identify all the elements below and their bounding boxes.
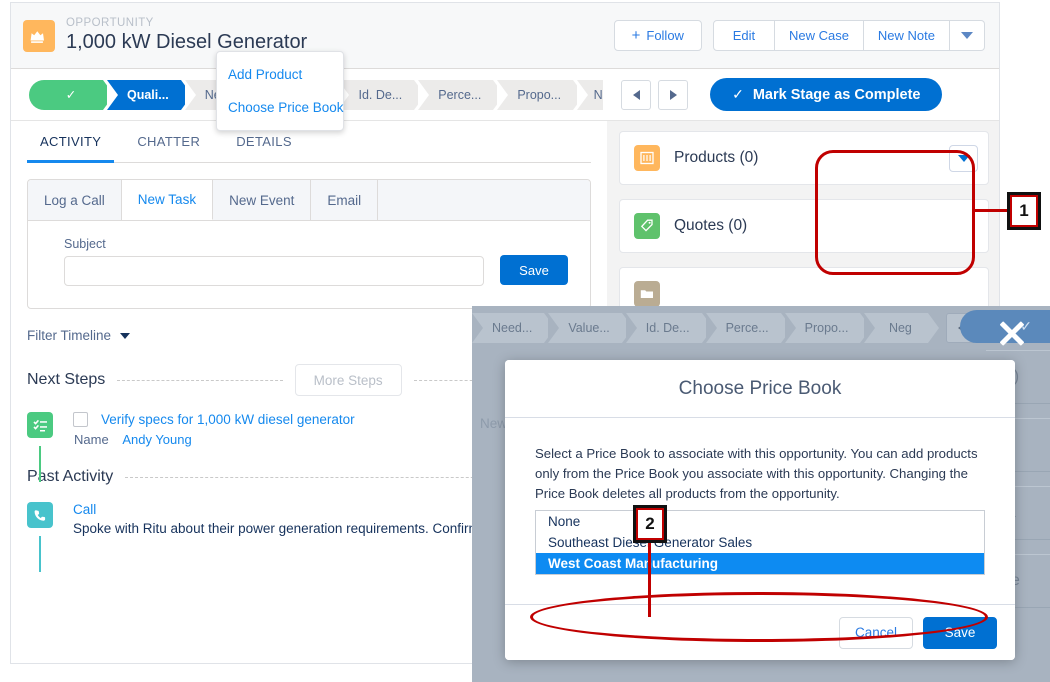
tab-chatter[interactable]: CHATTER <box>124 121 213 162</box>
triangle-right-icon <box>669 89 677 100</box>
dimmed-stage-needs: Need... <box>472 313 556 343</box>
activity-composer: Log a Call New Task New Event Email Subj… <box>27 179 591 309</box>
more-actions-button[interactable] <box>950 20 985 51</box>
quotes-card: Quotes (0) <box>619 199 989 253</box>
quote-icon <box>634 213 660 239</box>
timeline-stem <box>39 446 41 482</box>
dimmed-stage-perception: Perce... <box>705 313 792 343</box>
header-button-group: Edit New Case New Note <box>712 20 985 51</box>
task-checkbox[interactable] <box>73 412 88 427</box>
annotation-badge-2: 2 <box>633 505 667 543</box>
composer-body: Subject Save <box>28 221 590 308</box>
path-navigation <box>621 79 689 110</box>
close-icon[interactable] <box>994 316 1028 350</box>
choose-price-book-modal: Choose Price Book Select a Price Book to… <box>505 360 1015 660</box>
subject-input[interactable] <box>64 256 484 286</box>
task-name-value[interactable]: Andy Young <box>122 432 191 447</box>
new-case-button[interactable]: New Case <box>774 20 864 51</box>
subject-label: Subject <box>64 237 106 251</box>
menu-item-choose-price-book[interactable]: Choose Price Book <box>217 91 344 124</box>
price-book-options: None Southeast Diesel Generator Sales We… <box>535 510 985 575</box>
more-steps-button[interactable]: More Steps <box>294 364 402 396</box>
header-actions: + Follow Edit New Case New Note <box>613 20 985 51</box>
screenshot-root: OPPORTUNITY 1,000 kW Diesel Generator + … <box>0 0 1050 682</box>
call-icon <box>27 502 53 528</box>
tab-new-event[interactable]: New Event <box>213 180 312 220</box>
modal-description: Select a Price Book to associate with th… <box>535 446 978 501</box>
products-card: Products (0) <box>619 131 989 185</box>
path-stage-qualification[interactable]: Quali... <box>107 79 192 110</box>
dimmed-path: Need... Value... Id. De... Perce... Prop… <box>472 308 1014 348</box>
chevron-down-icon <box>957 155 970 162</box>
sales-path: ✓ Quali... Need... Value... Id. De... Pe… <box>11 69 999 121</box>
menu-item-add-product[interactable]: Add Product <box>217 58 343 91</box>
products-dropdown-button[interactable] <box>949 145 978 172</box>
record-titles: OPPORTUNITY 1,000 kW Diesel Generator <box>66 16 307 55</box>
follow-button[interactable]: + Follow <box>613 20 702 51</box>
filter-timeline-label: Filter Timeline <box>27 328 112 343</box>
modal-header: Choose Price Book <box>505 360 1015 418</box>
path-stage-negotiation[interactable]: N <box>577 79 604 110</box>
tab-new-task[interactable]: New Task <box>121 180 214 220</box>
cancel-button[interactable]: Cancel <box>839 616 913 649</box>
annotation-badge-1: 1 <box>1007 192 1041 230</box>
record-header: OPPORTUNITY 1,000 kW Diesel Generator + … <box>11 3 999 69</box>
dimmed-stage-negotiation: Neg <box>864 313 940 343</box>
chevron-down-icon <box>120 332 131 339</box>
check-icon: ✓ <box>732 86 744 102</box>
new-note-button[interactable]: New Note <box>863 20 950 51</box>
files-icon <box>634 281 660 307</box>
record-type-label: OPPORTUNITY <box>66 17 154 29</box>
products-dropdown-menu: Add Product Choose Price Book <box>216 51 344 131</box>
task-name-label: Name <box>74 432 109 447</box>
task-title-link[interactable]: Verify specs for 1,000 kW diesel generat… <box>101 412 355 427</box>
tab-email[interactable]: Email <box>311 180 379 220</box>
dimmed-stage-proposal: Propo... <box>784 313 872 343</box>
path-next-button[interactable] <box>658 79 689 110</box>
option-southeast-diesel-generator-sales[interactable]: Southeast Diesel Generator Sales <box>536 532 984 553</box>
task-icon <box>27 412 53 438</box>
save-button[interactable]: Save <box>923 616 997 649</box>
follow-label: Follow <box>646 28 684 43</box>
triangle-left-icon <box>632 89 640 100</box>
modal-title: Choose Price Book <box>678 377 842 399</box>
option-west-coast-manufacturing[interactable]: West Coast Manufacturing <box>536 553 984 574</box>
path-prev-button[interactable] <box>621 79 652 110</box>
check-icon: ✓ <box>65 88 77 102</box>
edit-button[interactable]: Edit <box>712 20 775 51</box>
mark-complete-label: Mark Stage as Complete <box>752 86 921 103</box>
path-stage-completed[interactable]: ✓ <box>29 79 114 110</box>
composer-tabs: Log a Call New Task New Event Email <box>28 180 590 221</box>
next-steps-heading: Next Steps <box>27 371 106 388</box>
annotation-leader-2 <box>648 533 651 617</box>
plus-icon: + <box>631 27 641 44</box>
option-none[interactable]: None <box>536 511 984 532</box>
mark-stage-complete-button[interactable]: ✓ Mark Stage as Complete <box>710 78 943 111</box>
chevron-down-icon <box>961 32 973 39</box>
modal-footer: Cancel Save <box>505 604 1015 660</box>
product-icon <box>634 145 660 171</box>
dimmed-left-label: New <box>480 416 508 431</box>
dimmed-stage-id-decision: Id. De... <box>625 313 713 343</box>
annotation-leader-1 <box>972 209 1012 212</box>
tab-activity[interactable]: ACTIVITY <box>27 121 115 163</box>
path-stage-id-decision[interactable]: Id. De... <box>338 79 426 110</box>
path-stage-perception[interactable]: Perce... <box>418 79 505 110</box>
path-stage-proposal[interactable]: Propo... <box>497 79 584 110</box>
dimmed-stage-value: Value... <box>548 313 634 343</box>
tab-log-a-call[interactable]: Log a Call <box>28 180 122 220</box>
timeline-stem <box>39 536 41 572</box>
products-card-title: Products (0) <box>674 149 759 166</box>
quotes-card-title: Quotes (0) <box>674 217 748 234</box>
crown-icon <box>23 19 55 52</box>
divider <box>117 379 283 381</box>
composer-save-button[interactable]: Save <box>500 255 568 285</box>
